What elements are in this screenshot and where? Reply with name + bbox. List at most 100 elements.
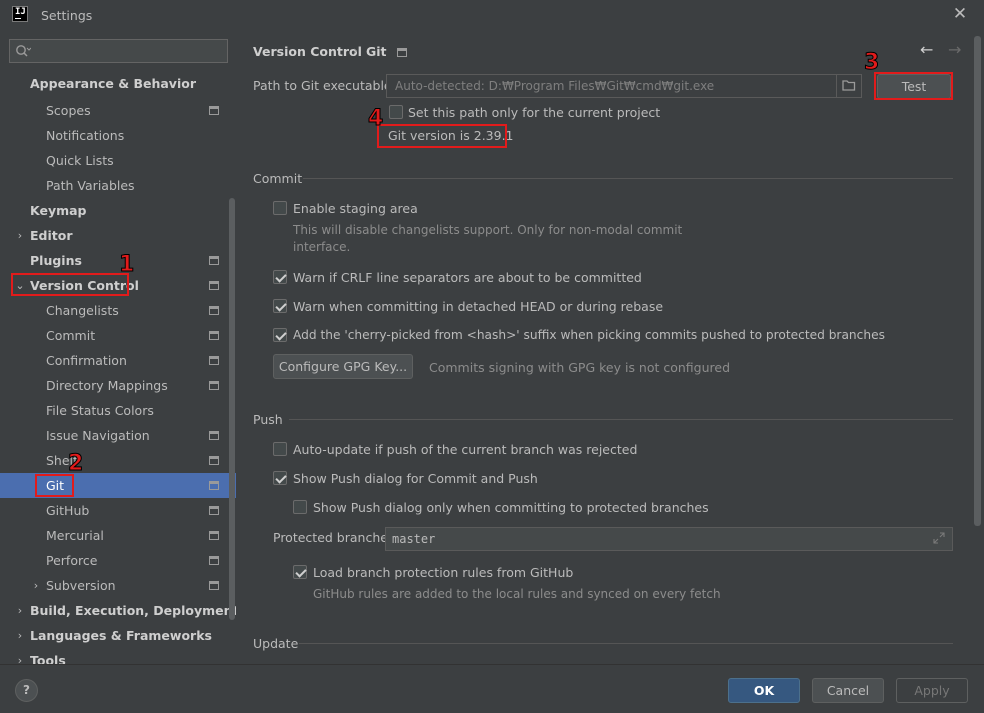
show-push-dialog-checkbox[interactable] xyxy=(273,471,287,485)
auto-update-checkbox[interactable] xyxy=(273,442,287,456)
protected-only-checkbox[interactable] xyxy=(293,500,307,514)
crlf-warning-label: Warn if CRLF line separators are about t… xyxy=(293,270,642,285)
expand-icon[interactable] xyxy=(933,532,945,544)
annotation-number-2: 2 xyxy=(67,451,84,477)
cancel-button[interactable]: Cancel xyxy=(812,678,884,703)
sidebar-item-scopes[interactable]: Scopes xyxy=(0,98,229,123)
sidebar-item-file-status-colors[interactable]: File Status Colors xyxy=(0,398,229,423)
sidebar-item-shelf[interactable]: Shelf xyxy=(0,448,229,473)
sidebar-item-commit[interactable]: Commit xyxy=(0,323,229,348)
ok-button[interactable]: OK xyxy=(728,678,800,703)
sidebar-item-build-execution-deployment[interactable]: › Build, Execution, Deployment xyxy=(0,598,236,623)
sidebar-item-notifications[interactable]: Notifications xyxy=(0,123,229,148)
forward-arrow-icon[interactable]: → xyxy=(948,40,961,59)
detached-head-label: Warn when committing in detached HEAD or… xyxy=(293,299,664,314)
update-section-divider xyxy=(299,643,953,644)
project-level-icon xyxy=(209,331,219,340)
chevron-right-icon[interactable]: › xyxy=(30,573,42,598)
highlight-box-version-control xyxy=(11,273,129,296)
apply-button[interactable]: Apply xyxy=(896,678,968,703)
project-level-icon xyxy=(209,481,219,490)
protected-branches-input[interactable]: master xyxy=(385,527,953,551)
sidebar-item-label: Keymap xyxy=(30,203,87,218)
project-only-checkbox[interactable] xyxy=(389,105,403,119)
sidebar-item-label: Perforce xyxy=(46,553,98,568)
sidebar-item-label: Changelists xyxy=(46,303,119,318)
sidebar-item-label: Confirmation xyxy=(46,353,127,368)
sidebar-item-tools[interactable]: › Tools xyxy=(0,648,229,664)
highlight-box-test xyxy=(874,72,953,100)
sidebar-item-path-variables[interactable]: Path Variables xyxy=(0,173,229,198)
app-logo-icon: IJ xyxy=(12,6,28,22)
git-path-label: Path to Git executable: xyxy=(253,78,396,93)
sidebar-item-label: Issue Navigation xyxy=(46,428,150,443)
sidebar-item-keymap[interactable]: Keymap xyxy=(0,198,229,223)
cherry-pick-suffix-label: Add the 'cherry-picked from <hash>' suff… xyxy=(293,328,885,342)
sidebar-item-editor[interactable]: › Editor xyxy=(0,223,229,248)
sidebar-item-label: Languages & Frameworks xyxy=(30,628,212,643)
show-push-dialog-label: Show Push dialog for Commit and Push xyxy=(293,471,538,486)
git-path-input[interactable]: Auto-detected: D:₩Program Files₩Git₩cmd₩… xyxy=(386,74,862,98)
breadcrumb-git: Git xyxy=(366,44,387,59)
project-level-icon xyxy=(209,506,219,515)
chevron-right-icon[interactable]: › xyxy=(14,598,26,623)
project-level-icon xyxy=(209,356,219,365)
protected-only-label: Show Push dialog only when committing to… xyxy=(313,500,709,515)
browse-folder-button[interactable] xyxy=(836,74,862,98)
auto-update-label: Auto-update if push of the current branc… xyxy=(293,442,638,457)
project-level-icon xyxy=(209,556,219,565)
search-input[interactable] xyxy=(9,39,228,63)
sidebar-item-issue-navigation[interactable]: Issue Navigation xyxy=(0,423,229,448)
chevron-right-icon[interactable]: › xyxy=(14,223,26,248)
crlf-warning-checkbox[interactable] xyxy=(273,270,287,284)
back-arrow-icon[interactable]: ← xyxy=(920,40,933,59)
sidebar-item-plugins[interactable]: Plugins xyxy=(0,248,229,273)
breadcrumb-separator: › xyxy=(353,44,358,58)
annotation-number-4: 4 xyxy=(367,106,384,132)
project-level-icon xyxy=(397,48,407,57)
sidebar-item-label: Subversion xyxy=(46,578,116,593)
detached-head-checkbox[interactable] xyxy=(273,299,287,313)
sidebar-item-label: Tools xyxy=(30,653,66,664)
sidebar-item-languages-frameworks[interactable]: › Languages & Frameworks xyxy=(0,623,229,648)
sidebar-item-mercurial[interactable]: Mercurial xyxy=(0,523,229,548)
load-protection-rules-checkbox[interactable] xyxy=(293,565,307,579)
sidebar-item-label: Appearance & Behavior xyxy=(30,76,196,91)
sidebar-scrollbar[interactable] xyxy=(229,198,235,620)
sidebar-item-label: Directory Mappings xyxy=(46,378,168,393)
sidebar-item-label: Build, Execution, Deployment xyxy=(30,603,236,618)
sidebar-item-label: Mercurial xyxy=(46,528,104,543)
highlight-box-git xyxy=(35,474,74,497)
help-button[interactable]: ? xyxy=(15,679,38,702)
sidebar-item-changelists[interactable]: Changelists xyxy=(0,298,229,323)
sidebar-item-subversion[interactable]: › Subversion xyxy=(0,573,229,598)
sidebar-item-quick-lists[interactable]: Quick Lists xyxy=(0,148,229,173)
close-icon[interactable]: ✕ xyxy=(951,5,969,23)
sidebar-item-confirmation[interactable]: Confirmation xyxy=(0,348,229,373)
sidebar-item-directory-mappings[interactable]: Directory Mappings xyxy=(0,373,229,398)
sidebar-item-github[interactable]: GitHub xyxy=(0,498,229,523)
chevron-right-icon[interactable]: › xyxy=(14,623,26,648)
project-level-icon xyxy=(209,531,219,540)
project-level-icon xyxy=(209,581,219,590)
annotation-number-1: 1 xyxy=(118,252,135,278)
sidebar-item-appearance-behavior[interactable]: Appearance & Behavior xyxy=(0,71,229,96)
configure-gpg-key-button[interactable]: Configure GPG Key... xyxy=(273,354,413,379)
git-settings-panel: Version Control › Git ← → Path to Git ex… xyxy=(236,30,984,664)
title-bar: IJ Settings ✕ xyxy=(0,0,984,30)
project-level-icon xyxy=(209,431,219,440)
commit-section-title: Commit xyxy=(253,171,303,186)
breadcrumb-version-control[interactable]: Version Control xyxy=(253,44,362,59)
project-level-icon xyxy=(209,281,219,290)
staging-area-checkbox[interactable] xyxy=(273,201,287,215)
settings-sidebar: Appearance & Behavior Scopes Notificatio… xyxy=(0,30,236,664)
staging-area-hint: This will disable changelists support. O… xyxy=(293,223,683,237)
sidebar-item-label: Editor xyxy=(30,228,73,243)
chevron-right-icon[interactable]: › xyxy=(14,648,26,664)
sidebar-item-perforce[interactable]: Perforce xyxy=(0,548,229,573)
cherry-pick-suffix-checkbox[interactable] xyxy=(273,328,287,342)
gpg-status-text: Commits signing with GPG key is not conf… xyxy=(429,360,731,375)
commit-section-divider xyxy=(303,178,953,179)
project-level-icon xyxy=(209,456,219,465)
content-scrollbar[interactable] xyxy=(974,36,981,526)
